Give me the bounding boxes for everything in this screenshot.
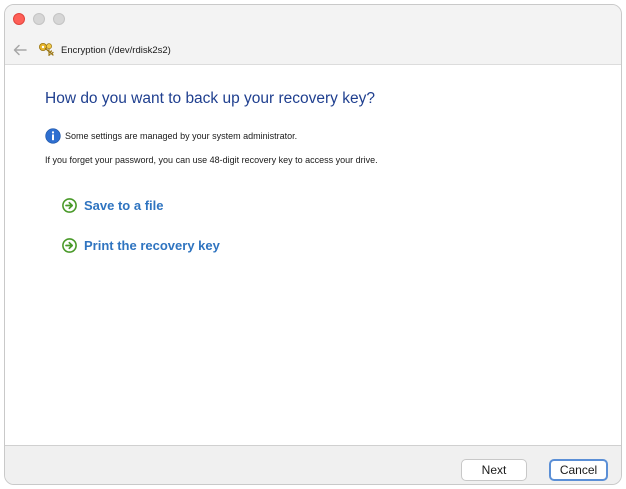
print-recovery-key-label[interactable]: Print the recovery key	[84, 238, 220, 253]
window-title: Encryption (/dev/rdisk2s2)	[61, 45, 171, 56]
admin-notice-text: Some settings are managed by your system…	[65, 131, 298, 141]
next-button[interactable]: Next	[461, 459, 527, 481]
info-icon	[45, 128, 61, 144]
window: Encryption (/dev/rdisk2s2) How do you wa…	[4, 4, 622, 485]
cancel-button[interactable]: Cancel	[549, 459, 608, 481]
minimize-window-button[interactable]	[33, 13, 45, 25]
button-bar: Next Cancel	[5, 445, 621, 484]
page-title: How do you want to back up your recovery…	[45, 90, 375, 107]
main-content: How do you want to back up your recovery…	[5, 65, 621, 445]
zoom-window-button[interactable]	[53, 13, 65, 25]
close-window-button[interactable]	[13, 13, 25, 25]
title-bar	[5, 5, 621, 37]
green-arrow-icon	[62, 238, 77, 253]
description-text: If you forget your password, you can use…	[45, 155, 378, 165]
keys-icon	[39, 43, 54, 56]
navigation-bar: Encryption (/dev/rdisk2s2)	[5, 37, 621, 65]
save-to-file-label[interactable]: Save to a file	[84, 198, 163, 213]
back-arrow-icon[interactable]	[11, 42, 29, 58]
green-arrow-icon	[62, 198, 77, 213]
